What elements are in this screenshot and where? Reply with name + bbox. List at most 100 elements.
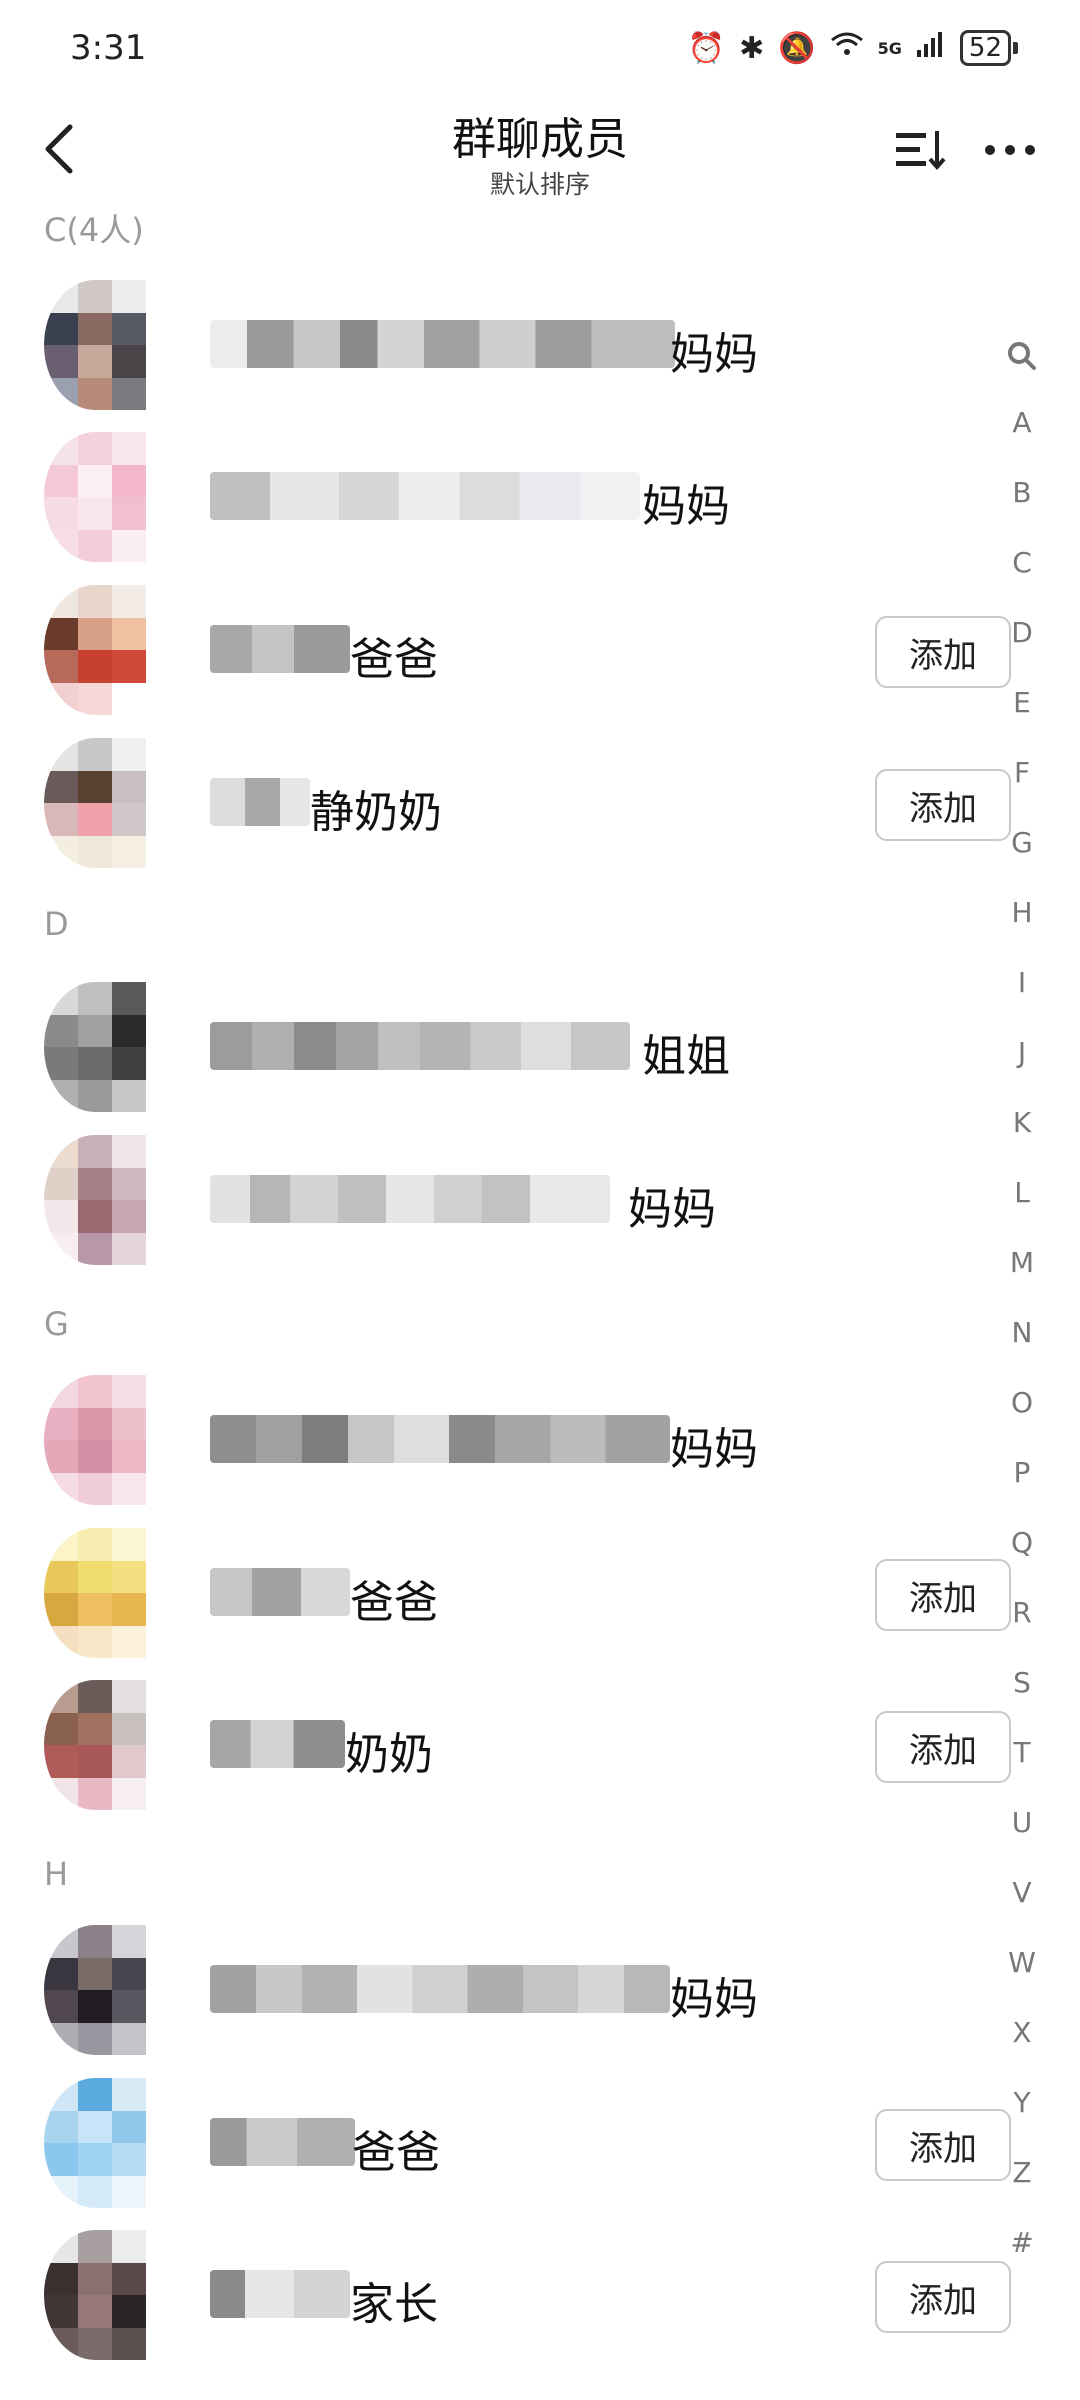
index-letter[interactable]: O <box>992 1368 1052 1438</box>
index-letter[interactable]: M <box>992 1228 1052 1298</box>
index-letter[interactable]: Z <box>992 2138 1052 2208</box>
more-icon <box>985 145 1035 155</box>
index-letter[interactable]: N <box>992 1298 1052 1368</box>
index-letter[interactable]: X <box>992 1998 1052 2068</box>
avatar <box>44 982 146 1112</box>
index-letter[interactable]: S <box>992 1648 1052 1718</box>
name-redacted <box>210 1568 350 1616</box>
index-letter[interactable]: U <box>992 1788 1052 1858</box>
member-name-suffix: 静奶奶 <box>310 787 442 838</box>
name-redacted <box>210 1022 630 1070</box>
avatar <box>44 280 146 410</box>
add-friend-button[interactable]: 添加 <box>875 2109 1011 2181</box>
alarm-icon: ⏰ <box>687 30 726 66</box>
member-name-suffix: 爸爸 <box>350 1577 438 1628</box>
index-letter[interactable]: V <box>992 1858 1052 1928</box>
member-row[interactable]: 爸爸 添加 <box>0 2078 1011 2208</box>
index-letter[interactable]: F <box>992 738 1052 808</box>
index-letter[interactable]: L <box>992 1158 1052 1228</box>
network-label: 5G <box>877 38 902 58</box>
member-name-suffix: 奶奶 <box>345 1729 433 1780</box>
member-name-suffix: 妈妈 <box>670 1974 758 2025</box>
member-name-suffix: 妈妈 <box>670 1424 758 1475</box>
member-name-suffix: 家长 <box>350 2279 438 2330</box>
add-friend-button[interactable]: 添加 <box>875 1711 1011 1783</box>
wifi-icon <box>830 30 864 66</box>
more-button[interactable] <box>980 125 1040 175</box>
member-row[interactable]: 姐姐 <box>0 982 1000 1112</box>
avatar <box>44 2230 146 2360</box>
index-letter[interactable]: H <box>992 878 1052 948</box>
add-friend-button[interactable]: 添加 <box>875 1559 1011 1631</box>
index-letter[interactable]: I <box>992 948 1052 1018</box>
index-letter[interactable]: C <box>992 528 1052 598</box>
index-letter[interactable]: # <box>992 2208 1052 2278</box>
avatar <box>44 432 146 562</box>
index-letter[interactable]: W <box>992 1928 1052 1998</box>
name-redacted <box>210 625 350 673</box>
section-header-d: D <box>44 905 69 943</box>
member-name-suffix: 妈妈 <box>628 1184 716 1235</box>
member-name-suffix: 妈妈 <box>642 481 730 532</box>
status-bar: 3:31 ⏰ ✱ 🔕 5G 52 <box>0 0 1080 90</box>
section-header-g: G <box>44 1305 69 1343</box>
member-row[interactable]: 家长 添加 <box>0 2230 1011 2360</box>
name-redacted <box>210 1175 610 1223</box>
index-letters: A B C D E F G H I J K L M N O P Q R S T U V W X Y Z # <box>992 388 1052 2278</box>
member-row[interactable]: 妈妈 <box>0 1135 1000 1265</box>
member-name-suffix: 妈妈 <box>670 329 758 380</box>
battery-icon: 52 <box>959 30 1018 66</box>
index-letter[interactable]: E <box>992 668 1052 738</box>
signal-icon <box>916 30 946 66</box>
member-row[interactable]: 妈妈 <box>0 1375 1000 1505</box>
sort-button[interactable] <box>890 125 950 175</box>
avatar <box>44 1375 146 1505</box>
status-time: 3:31 <box>70 28 147 68</box>
name-redacted <box>210 2118 355 2166</box>
member-row[interactable]: 妈妈 <box>0 432 1000 562</box>
index-letter[interactable]: G <box>992 808 1052 878</box>
avatar <box>44 738 146 868</box>
avatar <box>44 1135 146 1265</box>
index-letter[interactable]: R <box>992 1578 1052 1648</box>
member-row[interactable]: 静奶奶 添加 <box>0 738 1011 868</box>
avatar <box>44 585 146 715</box>
sort-icon <box>896 131 946 171</box>
add-friend-button[interactable]: 添加 <box>875 2261 1011 2333</box>
member-row[interactable]: 爸爸 添加 <box>0 585 1011 715</box>
battery-level: 52 <box>959 30 1011 66</box>
bluetooth-icon: ✱ <box>739 30 765 66</box>
index-letter[interactable]: P <box>992 1438 1052 1508</box>
index-letter[interactable]: Q <box>992 1508 1052 1578</box>
member-row[interactable]: 奶奶 添加 <box>0 1680 1011 1810</box>
member-row[interactable]: 妈妈 <box>0 1925 1000 2055</box>
status-icons: ⏰ ✱ 🔕 5G 52 <box>688 30 1018 66</box>
top-app-bar: 群聊成员 默认排序 <box>0 95 1080 205</box>
index-letter[interactable]: B <box>992 458 1052 528</box>
member-row[interactable]: 妈妈 <box>0 280 1000 410</box>
add-friend-button[interactable]: 添加 <box>875 616 1011 688</box>
index-letter[interactable]: T <box>992 1718 1052 1788</box>
index-letter[interactable]: K <box>992 1088 1052 1158</box>
mute-icon: 🔕 <box>778 30 816 66</box>
index-letter[interactable]: J <box>992 1018 1052 1088</box>
alphabet-index[interactable]: A B C D E F G H I J K L M N O P Q R S T U V W X Y Z # <box>992 340 1052 2278</box>
name-redacted <box>210 1415 670 1463</box>
avatar <box>44 1528 146 1658</box>
name-redacted <box>210 1965 670 2013</box>
name-redacted <box>210 778 310 826</box>
name-redacted <box>210 1720 345 1768</box>
name-redacted <box>210 2270 350 2318</box>
avatar <box>44 1680 146 1810</box>
avatar <box>44 1925 146 2055</box>
member-name-suffix: 姐姐 <box>642 1031 730 1082</box>
add-friend-button[interactable]: 添加 <box>875 769 1011 841</box>
member-name-suffix: 爸爸 <box>352 2127 440 2178</box>
name-redacted <box>210 320 675 368</box>
index-letter[interactable]: D <box>992 598 1052 668</box>
search-icon[interactable] <box>1006 340 1038 372</box>
index-letter[interactable]: Y <box>992 2068 1052 2138</box>
member-row[interactable]: 爸爸 添加 <box>0 1528 1011 1658</box>
name-redacted <box>210 472 640 520</box>
index-letter[interactable]: A <box>992 388 1052 458</box>
